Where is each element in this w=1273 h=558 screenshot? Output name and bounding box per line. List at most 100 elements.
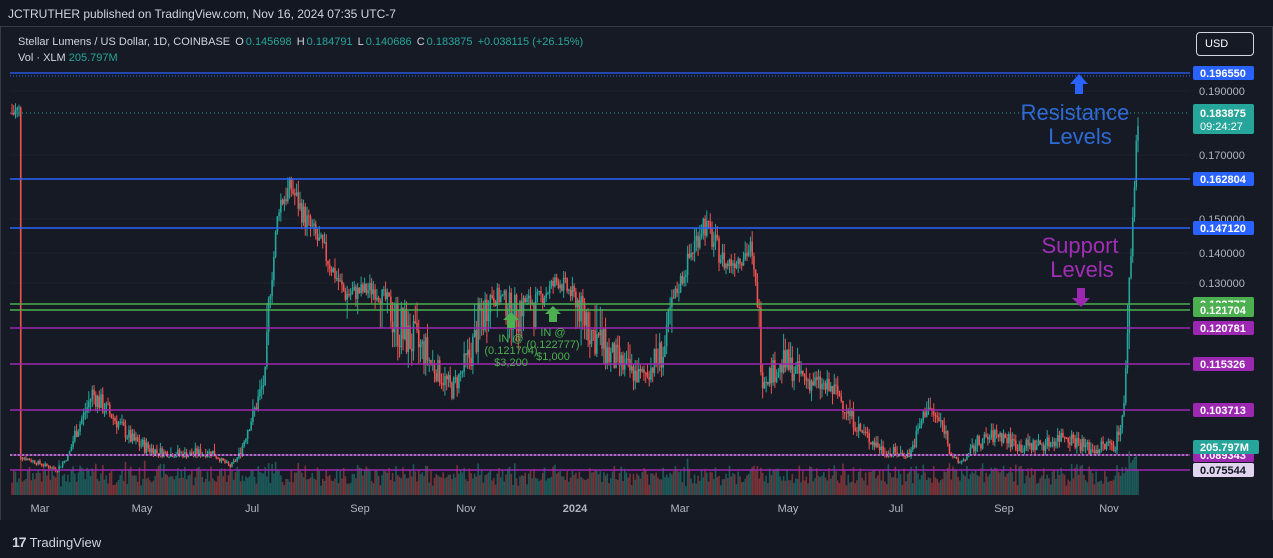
volume-bar xyxy=(397,475,399,495)
volume-bar xyxy=(936,479,939,495)
volume-bar xyxy=(1044,478,1047,495)
candle-body xyxy=(859,423,862,431)
candle-body xyxy=(721,252,724,260)
volume-bar xyxy=(320,485,322,495)
volume-bar xyxy=(856,480,858,495)
candle-body xyxy=(410,349,413,352)
volume-bar xyxy=(351,473,354,495)
volume-bar xyxy=(601,481,603,495)
volume-bar xyxy=(346,483,348,495)
volume-bar xyxy=(1084,480,1087,495)
volume-bar xyxy=(547,478,549,495)
price-chart[interactable]: 0.1900000.1700000.1500000.1400000.130000… xyxy=(0,0,1273,558)
candle-body xyxy=(126,437,129,439)
volume-bar xyxy=(592,472,595,495)
volume-bar xyxy=(1091,473,1094,495)
volume-bar xyxy=(924,472,926,495)
candle-body xyxy=(637,368,640,383)
volume-label[interactable]: Vol · XLM xyxy=(18,52,66,64)
volume-bar xyxy=(231,470,233,495)
candle-body xyxy=(290,178,293,190)
volume-bar xyxy=(786,468,788,495)
candle-body xyxy=(444,376,446,386)
instrument-title[interactable]: Stellar Lumens / US Dollar, 1D, COINBASE xyxy=(18,36,230,48)
volume-bar xyxy=(821,475,823,495)
price-tag-label: 0.075544 xyxy=(1200,465,1247,477)
volume-bar xyxy=(927,477,930,495)
candle-body xyxy=(252,409,254,422)
volume-bar xyxy=(250,470,252,495)
volume-bar xyxy=(943,471,946,495)
volume-bar xyxy=(737,471,740,495)
candle-body xyxy=(1130,256,1132,278)
volume-bar xyxy=(506,468,509,495)
candle-body xyxy=(592,329,595,331)
candle-body xyxy=(259,389,261,397)
currency-button[interactable]: USD xyxy=(1196,32,1254,56)
volume-bar xyxy=(65,481,67,495)
volume-bar xyxy=(807,483,809,495)
volume-bar xyxy=(571,470,574,495)
volume-bar xyxy=(700,469,703,495)
volume-bar xyxy=(1097,481,1099,495)
candle-body xyxy=(697,235,699,248)
volume-bar xyxy=(1063,474,1066,495)
candle-body xyxy=(726,263,729,267)
volume-bar xyxy=(805,476,808,495)
candle-body xyxy=(946,430,949,444)
volume-bar xyxy=(522,475,525,495)
volume-bar xyxy=(501,470,504,495)
volume-bar xyxy=(981,463,984,495)
volume-bar xyxy=(119,475,122,495)
candle-body xyxy=(168,456,170,458)
volume-bar xyxy=(772,469,774,495)
volume-tag-label: 205.797M xyxy=(1200,442,1249,454)
volume-bar xyxy=(1042,468,1045,495)
volume-bar xyxy=(606,473,609,495)
volume-bar xyxy=(955,469,958,495)
candle-body xyxy=(803,374,806,377)
volume-bar xyxy=(454,477,457,495)
candle-body xyxy=(779,364,781,373)
volume-bar xyxy=(1105,476,1108,495)
candle-body xyxy=(269,295,272,299)
x-tick-label: Nov xyxy=(1099,503,1119,515)
candle-body xyxy=(459,372,462,374)
candle-body xyxy=(266,332,268,367)
volume-bar xyxy=(555,473,558,495)
volume-bar xyxy=(191,470,193,495)
volume-bar xyxy=(1104,471,1106,495)
candle-body xyxy=(496,287,499,306)
volume-bar xyxy=(414,471,417,495)
volume-bar xyxy=(863,480,865,495)
volume-bar xyxy=(877,475,879,495)
candle-body xyxy=(449,375,451,383)
volume-bar xyxy=(328,475,331,495)
candle-body xyxy=(124,425,127,438)
candle-body xyxy=(812,381,815,386)
volume-bar xyxy=(637,475,640,495)
volume-bar xyxy=(678,472,680,495)
y-tick-label: 0.170000 xyxy=(1199,150,1245,162)
candle-body xyxy=(1093,450,1096,454)
volume-bar xyxy=(94,463,97,495)
candle-body xyxy=(376,297,378,300)
volume-bar xyxy=(1023,483,1026,495)
candle-body xyxy=(651,367,654,373)
candle-body xyxy=(1088,442,1090,455)
candle-body xyxy=(644,372,647,374)
candle-body xyxy=(994,430,996,443)
candle-body xyxy=(987,436,989,440)
candle-body xyxy=(42,465,45,467)
candle-body xyxy=(74,430,76,442)
candle-body xyxy=(465,353,467,356)
candle-body xyxy=(234,460,237,462)
candle-body xyxy=(1070,434,1073,445)
candle-body xyxy=(603,328,605,349)
candle-body xyxy=(1042,444,1045,451)
candle-body xyxy=(1097,449,1099,454)
candle-body xyxy=(604,328,607,365)
volume-bar xyxy=(437,475,439,495)
volume-bar xyxy=(170,475,172,495)
volume-bar xyxy=(1039,478,1042,495)
